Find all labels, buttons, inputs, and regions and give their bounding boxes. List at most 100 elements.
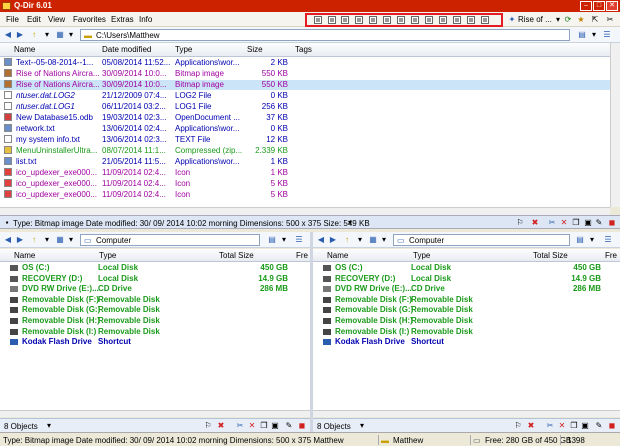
menu-file[interactable]: File	[6, 15, 19, 24]
up-folder-icon[interactable]: ↑	[29, 235, 39, 245]
file-row[interactable]: my system info.txt 13/06/2014 02:3... TEXT…	[0, 135, 610, 145]
file-row[interactable]: ico_updexer_exe000... 11/09/2014 02:4... I…	[0, 190, 610, 200]
col-total-size[interactable]: Total Size	[219, 251, 254, 260]
delete-icon[interactable]: ✖	[530, 218, 540, 228]
file-row[interactable]: network.txt 13/06/2014 02:4... Application…	[0, 124, 610, 134]
drive-row[interactable]: Removable Disk (F:) Removable Disk	[0, 295, 310, 305]
view-mode-icon[interactable]: ▤	[575, 235, 585, 245]
copy-icon[interactable]: ❐	[569, 421, 579, 431]
col-free[interactable]: Fre	[296, 251, 308, 260]
drive-row[interactable]: Removable Disk (I:) Removable Disk	[313, 327, 620, 337]
col-free[interactable]: Fre	[605, 251, 617, 260]
pane-splitter[interactable]	[310, 232, 313, 432]
views-icon[interactable]: ☰	[602, 30, 612, 40]
drive-row[interactable]: Removable Disk (H:) Removable Disk	[313, 316, 620, 326]
view-icon[interactable]: ▦	[55, 30, 65, 40]
favorite-label[interactable]: Rise of ...	[518, 15, 552, 24]
back-icon[interactable]: ◀	[316, 235, 326, 245]
views-icon[interactable]: ☰	[603, 235, 613, 245]
menu-view[interactable]: View	[48, 15, 65, 24]
chevron-down-icon[interactable]: ▾	[279, 235, 289, 245]
file-row[interactable]: ntuser.dat.LOG2 21/12/2009 07:4... LOG2 Fi…	[0, 91, 610, 101]
menu-info[interactable]: Info	[139, 15, 152, 24]
col-type[interactable]: Type	[99, 251, 116, 260]
file-row[interactable]: ico_updexer_exe000... 11/09/2014 02:4... I…	[0, 168, 610, 178]
chevron-down-icon[interactable]: ▾	[44, 421, 54, 431]
forward-icon[interactable]: ▶	[15, 30, 25, 40]
dropdown-icon[interactable]: ▾	[42, 30, 52, 40]
menu-edit[interactable]: Edit	[27, 15, 41, 24]
delete-icon[interactable]: ✖	[216, 421, 226, 431]
chevron-down-icon[interactable]: ▾	[589, 30, 599, 40]
file-row[interactable]: ico_updexer_exe000... 11/09/2014 02:4... I…	[0, 179, 610, 189]
file-row[interactable]: Rise of Nations Aircra... 30/09/2014 10:0…	[0, 80, 610, 90]
file-row[interactable]: MenuUninstallerUltra... 08/07/2014 11:1..…	[0, 146, 610, 156]
views-icon[interactable]: ☰	[294, 235, 304, 245]
drive-row[interactable]: RECOVERY (D:) Local Disk 14.9 GB	[313, 274, 620, 284]
chevron-down-icon[interactable]: ▾	[587, 235, 597, 245]
forward-icon[interactable]: ▶	[15, 235, 25, 245]
file-row[interactable]: Text--05-08-2014--1... 05/08/2014 11:52..…	[0, 58, 610, 68]
drive-row[interactable]: Kodak Flash Drive Shortcut	[313, 337, 620, 347]
drive-row[interactable]: OS (C:) Local Disk 450 GB	[313, 263, 620, 273]
edit-icon[interactable]: ✎	[284, 421, 294, 431]
file-row[interactable]: New Database15.odb 19/03/2014 02:3... Open…	[0, 113, 610, 123]
drive-row[interactable]: Kodak Flash Drive Shortcut	[0, 337, 310, 347]
pane1-vertical-scrollbar[interactable]	[610, 43, 620, 207]
remove-icon[interactable]: ✕	[247, 421, 257, 431]
filter-icon[interactable]: ⚐	[513, 421, 523, 431]
view-mode-icon[interactable]: ▤	[577, 30, 587, 40]
drive-row[interactable]: Removable Disk (H:) Removable Disk	[0, 316, 310, 326]
pane3-horizontal-scrollbar[interactable]	[313, 410, 620, 417]
chevron-down-icon[interactable]: ▾	[379, 235, 389, 245]
drive-row[interactable]: Removable Disk (F:) Removable Disk	[313, 295, 620, 305]
drive-row[interactable]: DVD RW Drive (E:)... CD Drive 286 MB	[0, 284, 310, 294]
chevron-down-icon[interactable]: ▾	[345, 218, 355, 228]
paste-icon[interactable]: ▣	[270, 421, 280, 431]
favorites-icon[interactable]: ✦	[507, 15, 517, 25]
filter-icon[interactable]: ⚐	[203, 421, 213, 431]
drive-row[interactable]: OS (C:) Local Disk 450 GB	[0, 263, 310, 273]
remove-icon[interactable]: ✕	[557, 421, 567, 431]
col-name[interactable]: Name	[327, 251, 348, 260]
chevron-down-icon[interactable]: ▾	[357, 421, 367, 431]
file-row[interactable]: ntuser.dat.LOG1 06/11/2014 03:2... LOG1 Fi…	[0, 102, 610, 112]
up-folder-icon[interactable]: ↑	[342, 235, 352, 245]
minimize-button[interactable]: –	[580, 1, 592, 11]
cut-icon[interactable]: ✂	[547, 218, 557, 228]
dropdown-icon[interactable]: ▾	[42, 235, 52, 245]
back-icon[interactable]: ◀	[3, 30, 13, 40]
col-tags[interactable]: Tags	[295, 45, 312, 54]
view-icon[interactable]: ▦	[368, 235, 378, 245]
close-button[interactable]: ✕	[606, 1, 618, 11]
view-mode-icon[interactable]: ▤	[267, 235, 277, 245]
pane3-address-bar[interactable]: ▭ Computer	[393, 234, 570, 246]
drive-row[interactable]: DVD RW Drive (E:)... CD Drive 286 MB	[313, 284, 620, 294]
remove-icon[interactable]: ✕	[559, 218, 569, 228]
drive-row[interactable]: RECOVERY (D:) Local Disk 14.9 GB	[0, 274, 310, 284]
cursor-icon[interactable]: ⇱	[590, 15, 600, 25]
menu-favorites[interactable]: Favorites	[73, 15, 106, 24]
pane1-address-bar[interactable]: ▬ C:\Users\Matthew	[80, 29, 570, 41]
col-type[interactable]: Type	[175, 45, 192, 54]
col-type[interactable]: Type	[413, 251, 430, 260]
delete-icon[interactable]: ✖	[526, 421, 536, 431]
file-row[interactable]: list.txt 21/05/2014 11:5... Applications\w…	[0, 157, 610, 167]
pane2-horizontal-scrollbar[interactable]	[0, 410, 310, 417]
refresh-icon[interactable]: ⟳	[563, 15, 573, 25]
chevron-down-icon[interactable]: ▾	[553, 15, 563, 25]
drive-row[interactable]: Removable Disk (I:) Removable Disk	[0, 327, 310, 337]
col-name[interactable]: Name	[14, 45, 35, 54]
drive-row[interactable]: Removable Disk (G:) Removable Disk	[313, 305, 620, 315]
close-pane-icon[interactable]: ◼	[607, 421, 617, 431]
paste-icon[interactable]: ▣	[580, 421, 590, 431]
view-icon[interactable]: ▦	[55, 235, 65, 245]
chevron-down-icon[interactable]: ▾	[66, 235, 76, 245]
cut-icon[interactable]: ✂	[545, 421, 555, 431]
col-size[interactable]: Size	[247, 45, 263, 54]
close-pane-icon[interactable]: ◼	[607, 218, 617, 228]
copy-icon[interactable]: ❐	[259, 421, 269, 431]
dropdown-icon[interactable]: ▾	[355, 235, 365, 245]
up-folder-icon[interactable]: ↑	[29, 30, 39, 40]
maximize-button[interactable]: □	[593, 1, 605, 11]
